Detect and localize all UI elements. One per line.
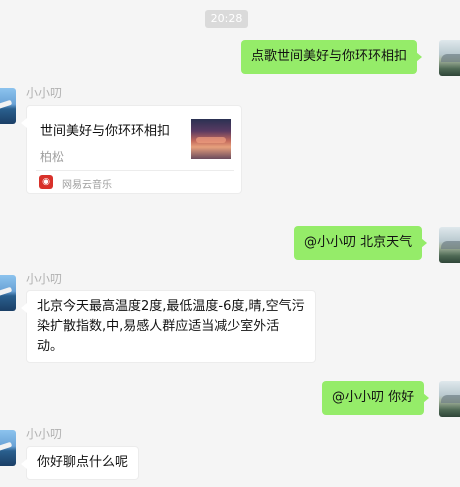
netease-cloud-music-icon: ◉ [39, 175, 53, 189]
own-avatar[interactable] [439, 381, 460, 417]
avatar-plane-graphic [0, 286, 13, 299]
weather-message-bubble[interactable]: 北京今天最高温度2度,最低温度-6度,晴,空气污染扩散指数,中,易感人群应适当减… [21, 290, 316, 363]
song-title: 世间美好与你环环相扣 [40, 124, 171, 139]
sender-name: 小小叨 [26, 86, 63, 100]
own-avatar[interactable] [439, 40, 460, 76]
avatar-plane-graphic [0, 99, 13, 112]
music-card[interactable]: 世间美好与你环环相扣 柏松 ◉ 网易云音乐 [21, 105, 242, 194]
timestamp-badge: 20:28 [205, 10, 248, 28]
chat-window: 20:28 点歌世间美好与你环环相扣 小小叨 世间美好与你环环相扣 柏松 ◉ 网… [0, 0, 460, 487]
avatar-landscape-graphic [441, 241, 460, 249]
bot-avatar[interactable] [0, 430, 16, 466]
own-message-bubble[interactable]: 点歌世间美好与你环环相扣 [241, 40, 423, 74]
music-source-label: 网易云音乐 [62, 180, 112, 191]
bot-avatar[interactable] [0, 275, 16, 311]
avatar-plane-graphic [0, 441, 13, 454]
own-message-bubble[interactable]: @小小叨 北京天气 [294, 226, 428, 260]
card-divider [36, 170, 234, 171]
song-artist: 柏松 [40, 150, 65, 164]
sender-name: 小小叨 [26, 427, 63, 441]
sender-name: 小小叨 [26, 272, 63, 286]
avatar-landscape-graphic [441, 395, 460, 403]
own-message-bubble[interactable]: @小小叨 你好 [322, 381, 430, 415]
bot-avatar[interactable] [0, 88, 16, 124]
bot-message-bubble[interactable]: 你好聊点什么呢 [20, 446, 140, 480]
album-cover [191, 119, 231, 159]
avatar-landscape-graphic [441, 54, 460, 62]
album-cover-graphic [196, 137, 226, 143]
own-avatar[interactable] [439, 227, 460, 263]
